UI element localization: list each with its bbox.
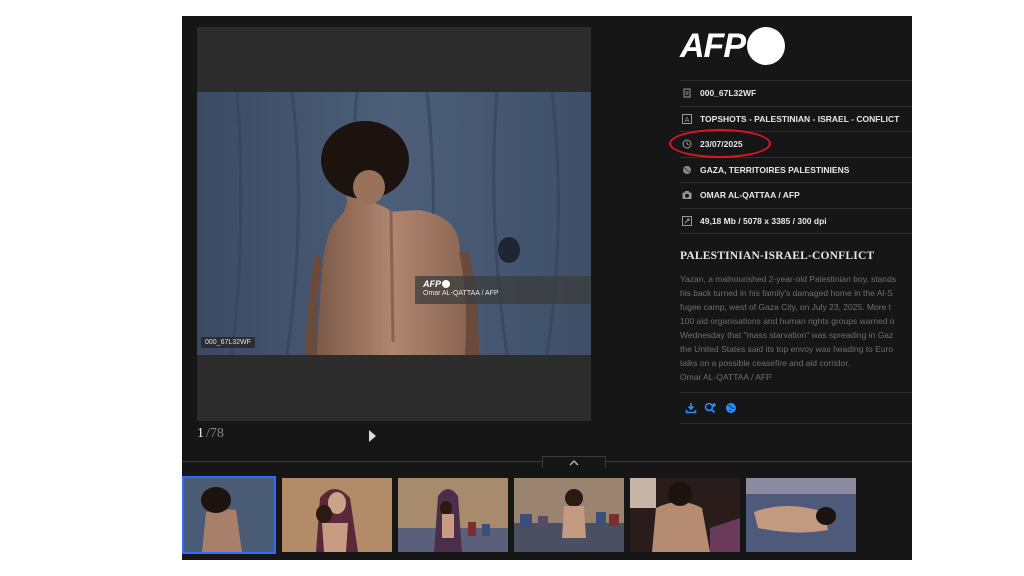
zoom-in-icon[interactable]	[704, 402, 717, 415]
image-viewer: AFP Omar AL-QATTAA / AFP 000_67L32WF	[197, 27, 591, 421]
thumbnail[interactable]	[514, 478, 624, 552]
thumbnail-strip	[182, 476, 856, 556]
meta-row-file-info: 49,18 Mb / 5078 x 3385 / 300 dpi	[680, 209, 912, 234]
caption-line: the United States said its top envoy was…	[680, 344, 894, 354]
counter-current: 1	[197, 426, 204, 441]
afp-logo[interactable]: AFP	[680, 26, 785, 66]
photo-actions	[680, 392, 912, 424]
thumbnail[interactable]	[630, 478, 740, 552]
caption-line: 100 aid organisations and human rights g…	[680, 316, 895, 326]
collapse-strip-button[interactable]	[542, 456, 606, 468]
meta-row-credit: OMAR AL-QATTAA / AFP	[680, 183, 912, 209]
resize-icon	[682, 215, 692, 226]
caption-line: Wednesday that "mass starvation" was spr…	[680, 330, 894, 340]
document-icon	[682, 88, 692, 98]
afp-logo-dot	[747, 27, 785, 65]
photo-location: GAZA, TERRITOIRES PALESTINIENS	[700, 164, 850, 175]
photo-id-badge: 000_67L32WF	[201, 337, 255, 348]
thumbnail[interactable]	[746, 478, 856, 552]
download-icon[interactable]	[684, 402, 697, 415]
globe-location-icon	[682, 165, 692, 175]
photo-caption: Yazan, a malnourished 2-year-old Palesti…	[680, 272, 912, 384]
text-a-icon: A	[682, 113, 692, 124]
thumbnail-selected[interactable]	[182, 476, 276, 554]
caption-line: talks on a possible ceasefire and aid co…	[680, 358, 851, 368]
chevron-up-icon	[569, 459, 579, 465]
svg-text:A: A	[685, 116, 690, 124]
photo-id: 000_67L32WF	[700, 88, 757, 99]
caption-line: Yazan, a malnourished 2-year-old Palesti…	[680, 274, 897, 284]
meta-row-id: 000_67L32WF	[680, 81, 912, 107]
caption-title: PALESTINIAN-ISRAEL-CONFLICT	[680, 250, 875, 262]
caption-line: his back turned in his family's damaged …	[680, 288, 893, 298]
caption-line: fugee camp, west of Gaza City, on July 2…	[680, 302, 892, 312]
thumbnail[interactable]	[398, 478, 508, 552]
photo-headline: TOPSHOTS - PALESTINIAN - ISRAEL - CONFLI…	[700, 113, 900, 124]
meta-row-location: GAZA, TERRITOIRES PALESTINIENS	[680, 158, 912, 183]
photo-file-info: 49,18 Mb / 5078 x 3385 / 300 dpi	[700, 215, 827, 226]
caption-line: Omar AL-QATTAA / AFP	[680, 372, 772, 382]
photo-credit-overlay: Omar AL-QATTAA / AFP	[423, 290, 499, 297]
counter-total: /78	[206, 426, 224, 441]
photo-viewer-app: AFP Omar AL-QATTAA / AFP 000_67L32WF 1/7…	[182, 16, 912, 560]
image-counter: 1/78	[197, 426, 224, 442]
afp-watermark-logo: AFP	[423, 279, 583, 289]
play-slideshow-button[interactable]	[369, 430, 376, 442]
camera-icon	[682, 190, 692, 200]
globe-icon[interactable]	[724, 402, 737, 415]
photo-watermark-overlay: AFP Omar AL-QATTAA / AFP	[415, 276, 591, 304]
photo-credit: OMAR AL-QATTAA / AFP	[700, 190, 800, 201]
main-photo[interactable]: AFP Omar AL-QATTAA / AFP 000_67L32WF	[197, 92, 591, 355]
thumbnail[interactable]	[282, 478, 392, 552]
date-highlight-annotation	[669, 129, 771, 158]
